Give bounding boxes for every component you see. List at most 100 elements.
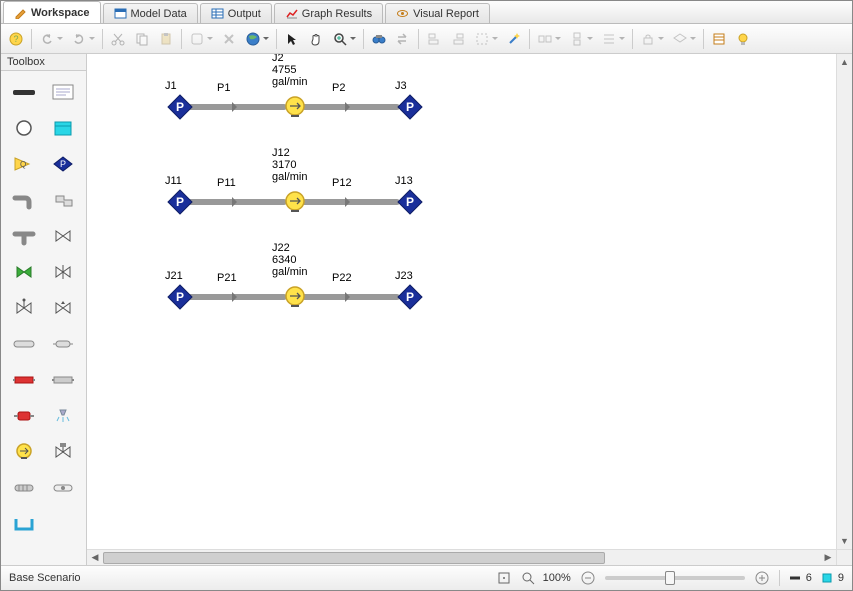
node-label: J11 [165, 175, 182, 187]
tool-elbow[interactable] [5, 183, 43, 217]
paste-button[interactable] [155, 28, 177, 50]
scroll-left-icon[interactable]: ◀ [87, 552, 103, 563]
pipe[interactable] [187, 199, 287, 205]
tool-valve-closed[interactable] [45, 255, 83, 289]
help-button[interactable]: ? [5, 28, 27, 50]
tool-pressure-node[interactable]: P [45, 147, 83, 181]
undo-button[interactable] [36, 28, 58, 50]
pressure-node[interactable]: P [167, 284, 193, 310]
tool-orifice[interactable] [45, 471, 83, 505]
redo-button[interactable] [68, 28, 90, 50]
pipe-small-icon [788, 571, 802, 585]
workspace-canvas[interactable]: J1J2 4755 gal/minJ3P1P2PPJ11J12 3170 gal… [87, 54, 836, 549]
pipe[interactable] [300, 294, 400, 300]
zoom-in-button[interactable] [753, 569, 771, 587]
group-icon [474, 31, 490, 47]
align-right-button[interactable] [447, 28, 469, 50]
svg-text:P: P [176, 100, 184, 114]
pointer-button[interactable] [281, 28, 303, 50]
lock-button[interactable] [637, 28, 659, 50]
tool-control-valve[interactable] [45, 435, 83, 469]
vertical-scrollbar[interactable]: ▲ ▼ [836, 54, 852, 549]
globe-button[interactable] [242, 28, 264, 50]
tool-relief-valve[interactable] [45, 291, 83, 325]
zoom-out-button[interactable] [579, 569, 597, 587]
bulb-button[interactable] [732, 28, 754, 50]
pressure-node[interactable]: P [167, 189, 193, 215]
fit-button[interactable] [495, 569, 513, 587]
pump-node[interactable] [282, 189, 308, 215]
scenario-label: Base Scenario [9, 572, 81, 584]
slider-knob[interactable] [665, 571, 675, 585]
tool-flow-source[interactable]: Q [5, 147, 43, 181]
group-button[interactable] [471, 28, 493, 50]
pump-node[interactable] [282, 284, 308, 310]
scroll-down-icon[interactable]: ▼ [837, 533, 852, 549]
globe-icon [245, 31, 261, 47]
tab-label: Graph Results [302, 8, 372, 20]
pressure-node[interactable]: P [397, 94, 423, 120]
tool-check-valve[interactable] [5, 255, 43, 289]
close-button[interactable] [218, 28, 240, 50]
eye-icon [396, 7, 409, 20]
tool-bend[interactable] [45, 183, 83, 217]
tab-workspace[interactable]: Workspace [3, 1, 101, 23]
zoom-slider[interactable] [605, 576, 745, 580]
delete-button[interactable] [186, 28, 208, 50]
pipe[interactable] [300, 104, 400, 110]
scroll-right-icon[interactable]: ▶ [820, 552, 836, 563]
scroll-up-icon[interactable]: ▲ [837, 54, 852, 70]
tool-heat-long[interactable] [5, 327, 43, 361]
tool-valve[interactable] [45, 219, 83, 253]
flip-v-button[interactable] [566, 28, 588, 50]
bulb-icon [735, 31, 751, 47]
distribute-button[interactable] [598, 28, 620, 50]
tool-flow-valve[interactable] [5, 291, 43, 325]
tool-reservoir[interactable] [5, 111, 43, 145]
pressure-node[interactable]: P [167, 94, 193, 120]
tool-pump[interactable] [5, 435, 43, 469]
pipe[interactable] [300, 199, 400, 205]
swap-button[interactable] [392, 28, 414, 50]
table-icon [114, 7, 127, 20]
tab-label: Visual Report [413, 8, 479, 20]
node-label: J21 [165, 270, 183, 282]
tab-output[interactable]: Output [200, 3, 272, 23]
tool-pump-red[interactable] [5, 399, 43, 433]
help-icon: ? [8, 31, 24, 47]
pan-button[interactable] [305, 28, 327, 50]
flip-h-button[interactable] [534, 28, 556, 50]
tool-tank[interactable] [45, 111, 83, 145]
pump-node[interactable] [282, 94, 308, 120]
tool-component-b[interactable] [45, 363, 83, 397]
tool-annotation[interactable] [45, 75, 83, 109]
tab-label: Model Data [131, 8, 187, 20]
pressure-node[interactable]: P [397, 189, 423, 215]
tool-screen[interactable] [5, 471, 43, 505]
tool-heat-short[interactable] [45, 327, 83, 361]
pipe-label: P11 [217, 177, 236, 189]
copy-button[interactable] [131, 28, 153, 50]
tab-model-data[interactable]: Model Data [103, 3, 198, 23]
layer-button[interactable] [669, 28, 691, 50]
zoom-button[interactable] [329, 28, 351, 50]
pipe[interactable] [187, 294, 287, 300]
tool-pipe[interactable] [5, 75, 43, 109]
tool-open-channel[interactable] [5, 507, 43, 541]
pressure-node[interactable]: P [397, 284, 423, 310]
scroll-thumb[interactable] [103, 552, 605, 564]
tab-visual-report[interactable]: Visual Report [385, 3, 490, 23]
horizontal-scrollbar[interactable]: ◀ ▶ [87, 549, 836, 565]
node-label: J23 [395, 270, 413, 282]
tool-spray[interactable] [45, 399, 83, 433]
properties-button[interactable] [708, 28, 730, 50]
tool-component-a[interactable] [5, 363, 43, 397]
find-button[interactable] [368, 28, 390, 50]
node-label: J13 [395, 175, 413, 187]
tab-graph-results[interactable]: Graph Results [274, 3, 383, 23]
cut-button[interactable] [107, 28, 129, 50]
pipe[interactable] [187, 104, 287, 110]
align-left-button[interactable] [423, 28, 445, 50]
tool-tee[interactable] [5, 219, 43, 253]
wizard-button[interactable] [503, 28, 525, 50]
